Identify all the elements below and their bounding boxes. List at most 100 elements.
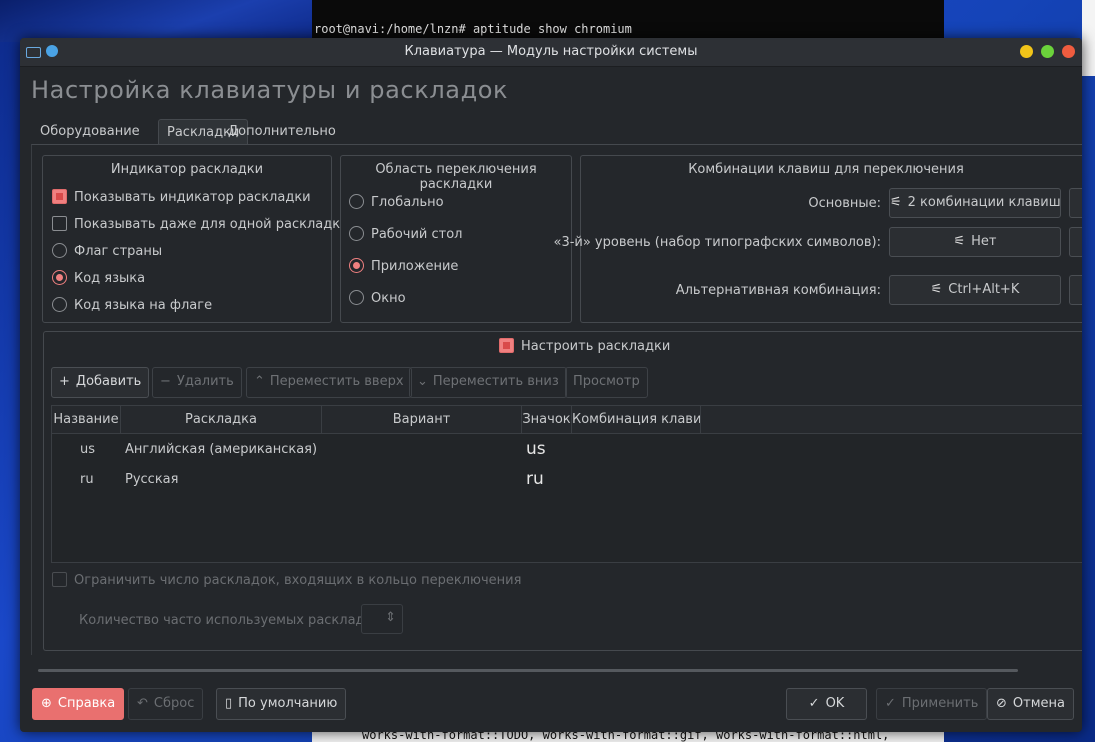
remove-layout-button[interactable]: − Удалить (152, 367, 242, 398)
background-window (0, 0, 312, 42)
third-level-label: «3-й» уровень (набор типографских символ… (553, 235, 881, 250)
titlebar[interactable]: Клавиатура — Модуль настройки системы (20, 38, 1082, 67)
reset-label: Сброс (153, 696, 195, 711)
scope-application-radio[interactable]: Приложение (349, 258, 459, 274)
column-header-icon[interactable]: Значок (522, 406, 572, 433)
main-shortcut-button[interactable]: ⚟ 2 комбинации клавиш (889, 188, 1061, 218)
limit-layouts-label: Ограничить число раскладок, входящих в к… (74, 573, 522, 588)
main-shortcut-clear-button[interactable] (1069, 188, 1082, 218)
chevron-down-icon: ⌄ (417, 374, 428, 389)
checkbox-checked-icon (52, 189, 67, 204)
close-button[interactable] (1062, 45, 1075, 58)
column-header-name[interactable]: Название (52, 406, 121, 433)
add-layout-button[interactable]: + Добавить (51, 367, 150, 398)
indicator-group-title: Индикатор раскладки (110, 162, 264, 177)
frequent-count-spinbox[interactable] (361, 604, 403, 634)
defaults-label: По умолчанию (238, 696, 338, 711)
third-level-clear-button[interactable] (1069, 227, 1082, 257)
scope-desktop-label: Рабочий стол (371, 227, 463, 242)
remove-layout-label: Удалить (176, 374, 234, 389)
main-shortcut-value: 2 комбинации клавиш (907, 195, 1061, 210)
scope-application-label: Приложение (371, 259, 459, 274)
column-header-layout[interactable]: Раскладка (121, 406, 322, 433)
add-layout-label: Добавить (75, 374, 142, 389)
sliders-icon: ⚟ (890, 195, 902, 210)
flag-label: Флаг страны (74, 244, 163, 259)
switch-scope-group: Область переключения раскладки Глобально… (340, 155, 572, 323)
third-level-button[interactable]: ⚟ Нет (889, 227, 1061, 257)
checkbox-unchecked-icon (52, 216, 67, 231)
radio-unchecked-icon (52, 297, 67, 312)
row-icon: us (526, 439, 546, 459)
checkmark-icon: ✓ (808, 696, 820, 711)
alt-shortcut-button[interactable]: ⚟ Ctrl+Alt+K (889, 275, 1061, 305)
radio-checked-icon (52, 270, 67, 285)
radio-checked-icon (349, 258, 364, 273)
show-indicator-label: Показывать индикатор раскладки (74, 190, 311, 205)
maximize-button[interactable] (1041, 45, 1054, 58)
tab-advanced[interactable]: Дополнительно (220, 119, 344, 144)
row-name: us (80, 442, 96, 457)
third-level-value: Нет (971, 234, 997, 249)
terminal-window-top: root@navi:/home/lnzn# aptitude show chro… (312, 0, 944, 40)
show-single-label: Показывать даже для одной раскладки (74, 217, 349, 232)
cancel-icon: ⊘ (996, 696, 1007, 711)
show-indicator-checkbox[interactable]: Показывать индикатор раскладки (52, 189, 311, 205)
frequent-count-label: Количество часто используемых раскладок: (79, 613, 385, 628)
scope-desktop-radio[interactable]: Рабочий стол (349, 226, 463, 242)
move-down-label: Переместить вниз (432, 374, 559, 389)
scope-global-radio[interactable]: Глобально (349, 194, 444, 210)
checkmark-icon: ✓ (885, 696, 896, 711)
configure-layouts-checkbox[interactable]: Настроить раскладки (499, 338, 671, 354)
radio-unchecked-icon (349, 290, 364, 305)
table-header: Название Раскладка Вариант Значок Комбин… (52, 406, 1082, 434)
apply-button[interactable]: ✓ Применить (876, 688, 988, 720)
configure-layouts-label: Настроить раскладки (521, 339, 671, 354)
row-layout: Русская (125, 472, 179, 487)
code-on-flag-radio[interactable]: Код языка на флаге (52, 297, 213, 313)
code-radio[interactable]: Код языка (52, 270, 146, 286)
code-on-flag-label: Код языка на флаге (74, 298, 213, 313)
move-down-button[interactable]: ⌄ Переместить вниз (409, 367, 567, 398)
preview-button[interactable]: Просмотр (565, 367, 648, 398)
switch-scope-title: Область переключения раскладки (375, 162, 537, 192)
help-label: Справка (57, 696, 116, 711)
page-title: Настройка клавиатуры и раскладок (31, 76, 509, 104)
show-single-checkbox[interactable]: Показывать даже для одной раскладки (52, 216, 349, 232)
reset-button[interactable]: ↶ Сброс (128, 688, 204, 720)
tab-hardware[interactable]: Оборудование (32, 119, 148, 144)
minus-icon: − (160, 374, 171, 389)
alt-shortcut-clear-button[interactable] (1069, 275, 1082, 305)
flag-radio[interactable]: Флаг страны (52, 243, 163, 259)
limit-layouts-checkbox[interactable]: Ограничить число раскладок, входящих в к… (52, 572, 522, 588)
sliders-icon: ⚟ (930, 282, 943, 297)
scope-window-label: Окно (371, 291, 406, 306)
column-header-shortcut[interactable]: Комбинация клавиш (572, 406, 701, 433)
undo-icon: ↶ (137, 696, 148, 711)
radio-unchecked-icon (52, 243, 67, 258)
alt-shortcut-label: Альтернативная комбинация: (675, 283, 881, 298)
radio-unchecked-icon (349, 194, 364, 209)
minimize-button[interactable] (1020, 45, 1033, 58)
ok-button[interactable]: ✓ OK (786, 688, 867, 720)
column-header-variant[interactable]: Вариант (322, 406, 522, 433)
shortcuts-group: Комбинации клавиш для переключения Основ… (553, 155, 1082, 323)
shortcuts-title: Комбинации клавиш для переключения (688, 162, 964, 177)
cancel-button[interactable]: ⊘ Отмена (987, 688, 1074, 720)
radio-unchecked-icon (349, 226, 364, 241)
scope-global-label: Глобально (371, 195, 444, 210)
move-up-button[interactable]: ⌃ Переместить вверх (246, 367, 412, 398)
background-window-edge (1082, 0, 1095, 76)
row-icon: ru (526, 469, 544, 489)
code-label: Код языка (74, 271, 146, 286)
horizontal-scrollbar[interactable] (38, 669, 1018, 672)
main-shortcut-label: Основные: (808, 196, 881, 211)
layouts-table[interactable]: Название Раскладка Вариант Значок Комбин… (51, 405, 1082, 563)
plus-icon: + (59, 374, 70, 389)
help-button[interactable]: ⊕ Справка (32, 688, 125, 720)
scope-window-radio[interactable]: Окно (349, 290, 406, 306)
apply-label: Применить (901, 696, 979, 711)
indicator-group: Индикатор раскладки Показывать индикатор… (42, 155, 349, 323)
defaults-button[interactable]: ▯ По умолчанию (216, 688, 347, 720)
checkbox-unchecked-icon (52, 572, 67, 587)
